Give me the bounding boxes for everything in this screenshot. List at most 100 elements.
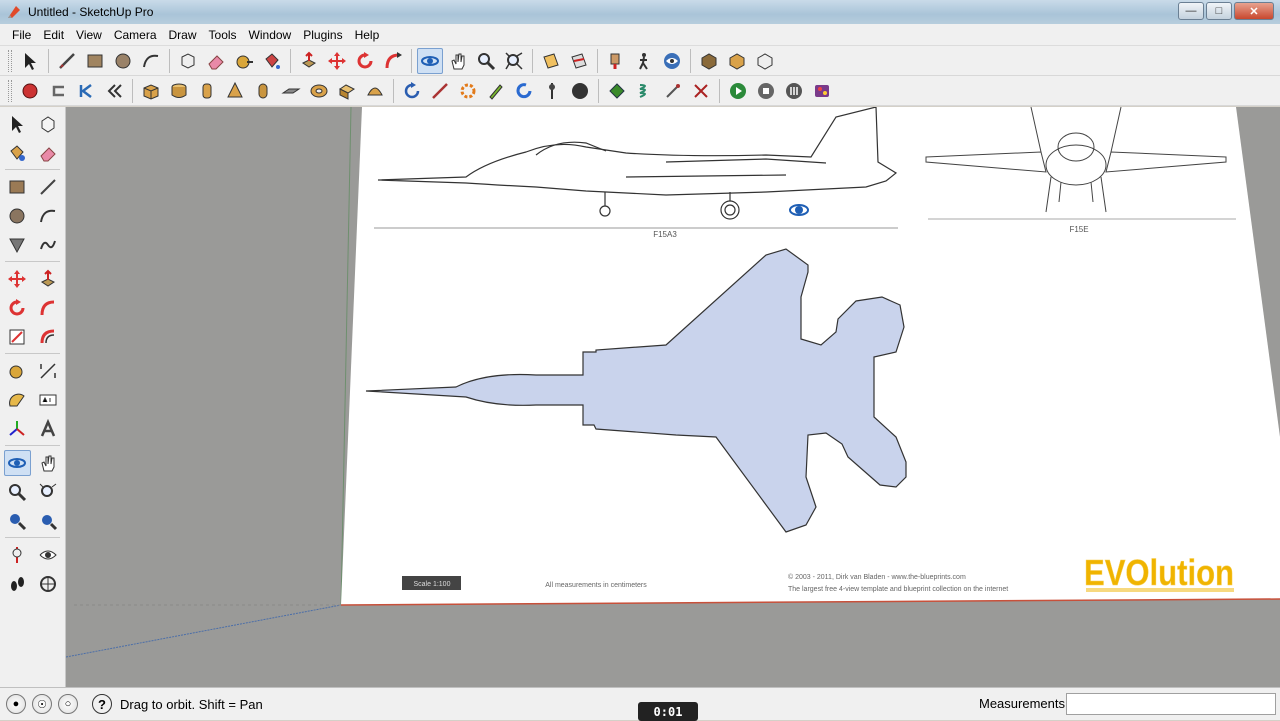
- select-tool-icon[interactable]: [17, 48, 43, 74]
- axes-icon[interactable]: [4, 416, 31, 442]
- make-component-icon[interactable]: [35, 111, 62, 137]
- rectangle-tool-icon[interactable]: [82, 48, 108, 74]
- section-display-icon[interactable]: [566, 48, 592, 74]
- menu-help[interactable]: Help: [349, 28, 386, 42]
- line-icon[interactable]: [35, 174, 62, 200]
- circle-icon[interactable]: [4, 203, 31, 229]
- previous-icon[interactable]: [101, 78, 127, 104]
- toolbar-grip[interactable]: [8, 49, 12, 72]
- spring-icon[interactable]: [632, 78, 658, 104]
- geo-location-icon[interactable]: ●: [6, 694, 26, 714]
- share-model-icon[interactable]: [752, 48, 778, 74]
- move-tool-icon[interactable]: [324, 48, 350, 74]
- settings-icon[interactable]: [781, 78, 807, 104]
- stop-icon[interactable]: [753, 78, 779, 104]
- tape-measure-icon[interactable]: [4, 358, 31, 384]
- paint-bucket-icon[interactable]: [259, 48, 285, 74]
- menu-window[interactable]: Window: [243, 28, 298, 42]
- gear-icon[interactable]: [455, 78, 481, 104]
- zoom-extents-icon[interactable]: [35, 508, 62, 534]
- text-tool-icon[interactable]: [35, 387, 62, 413]
- user-icon[interactable]: ○: [58, 694, 78, 714]
- menu-view[interactable]: View: [70, 28, 108, 42]
- section-plane-icon[interactable]: [538, 48, 564, 74]
- look-around-icon[interactable]: [659, 48, 685, 74]
- measurements-field[interactable]: [1066, 693, 1276, 715]
- rotate-tool-icon[interactable]: [352, 48, 378, 74]
- menu-edit[interactable]: Edit: [37, 28, 70, 42]
- scale-icon[interactable]: [4, 324, 31, 350]
- refresh-icon[interactable]: [511, 78, 537, 104]
- menu-tools[interactable]: Tools: [203, 28, 243, 42]
- plane-icon[interactable]: [278, 78, 304, 104]
- follow-me-icon[interactable]: [380, 48, 406, 74]
- tape-measure-icon[interactable]: [231, 48, 257, 74]
- zoom-extents-icon[interactable]: [501, 48, 527, 74]
- walk-icon[interactable]: [4, 571, 31, 597]
- pen-icon[interactable]: [483, 78, 509, 104]
- line-tool-icon[interactable]: [54, 48, 80, 74]
- toolbar-grip[interactable]: [8, 79, 12, 102]
- rectangle-icon[interactable]: [4, 174, 31, 200]
- tube-icon[interactable]: [194, 78, 220, 104]
- walk-tool-icon[interactable]: [631, 48, 657, 74]
- 3d-viewport[interactable]: F15A3 F15E Scale 1:100 All measurements …: [66, 107, 1280, 687]
- offset-icon[interactable]: [35, 324, 62, 350]
- menu-plugins[interactable]: Plugins: [297, 28, 348, 42]
- follow-me-icon[interactable]: [35, 295, 62, 321]
- dimension-icon[interactable]: [35, 358, 62, 384]
- maximize-button[interactable]: □: [1206, 2, 1232, 20]
- freehand-icon[interactable]: [35, 232, 62, 258]
- prism-icon[interactable]: [334, 78, 360, 104]
- google-earth-icon[interactable]: [696, 48, 722, 74]
- 3d-text-icon[interactable]: [35, 416, 62, 442]
- push-pull-icon[interactable]: [296, 48, 322, 74]
- credits-icon[interactable]: ☉: [32, 694, 52, 714]
- line-draw-icon[interactable]: [427, 78, 453, 104]
- arc-icon[interactable]: [35, 203, 62, 229]
- protractor-icon[interactable]: [4, 387, 31, 413]
- arc-tool-icon[interactable]: [138, 48, 164, 74]
- sphere-icon[interactable]: [567, 78, 593, 104]
- pan-tool-icon[interactable]: [445, 48, 471, 74]
- position-camera-icon[interactable]: [4, 542, 31, 568]
- cylinder-icon[interactable]: [166, 78, 192, 104]
- pan-icon[interactable]: [35, 450, 61, 476]
- push-pull-icon[interactable]: [35, 266, 62, 292]
- play-icon[interactable]: [725, 78, 751, 104]
- orbit-icon[interactable]: [4, 450, 31, 476]
- rotate-view-icon[interactable]: [399, 78, 425, 104]
- zoom-window-icon[interactable]: [35, 479, 62, 505]
- close-button[interactable]: ✕: [1234, 2, 1274, 20]
- polygon-icon[interactable]: [4, 232, 31, 258]
- menu-file[interactable]: File: [6, 28, 37, 42]
- zoom-icon[interactable]: [4, 479, 31, 505]
- orbit-tool-icon[interactable]: [417, 47, 443, 74]
- leaf-icon[interactable]: [604, 78, 630, 104]
- zoom-tool-icon[interactable]: [473, 48, 499, 74]
- eraser-tool-icon[interactable]: [203, 48, 229, 74]
- push-pin-icon[interactable]: [539, 78, 565, 104]
- menu-camera[interactable]: Camera: [108, 28, 163, 42]
- previous-view-icon[interactable]: [4, 508, 31, 534]
- cone-icon[interactable]: [222, 78, 248, 104]
- cylinder-small-icon[interactable]: [250, 78, 276, 104]
- move-icon[interactable]: [4, 266, 31, 292]
- wand-icon[interactable]: [660, 78, 686, 104]
- eraser-icon[interactable]: [35, 140, 62, 166]
- rotate-icon[interactable]: [4, 295, 31, 321]
- get-models-icon[interactable]: [724, 48, 750, 74]
- undo-icon[interactable]: [45, 78, 71, 104]
- box-icon[interactable]: [138, 78, 164, 104]
- make-component-icon[interactable]: [175, 48, 201, 74]
- position-camera-icon[interactable]: [603, 48, 629, 74]
- first-icon[interactable]: [73, 78, 99, 104]
- record-icon[interactable]: [17, 78, 43, 104]
- torus-icon[interactable]: [306, 78, 332, 104]
- cross-icon[interactable]: [688, 78, 714, 104]
- circle-tool-icon[interactable]: [110, 48, 136, 74]
- palette-icon[interactable]: [809, 78, 835, 104]
- help-icon[interactable]: ?: [92, 694, 112, 714]
- dome-icon[interactable]: [362, 78, 388, 104]
- look-around-icon[interactable]: [35, 542, 62, 568]
